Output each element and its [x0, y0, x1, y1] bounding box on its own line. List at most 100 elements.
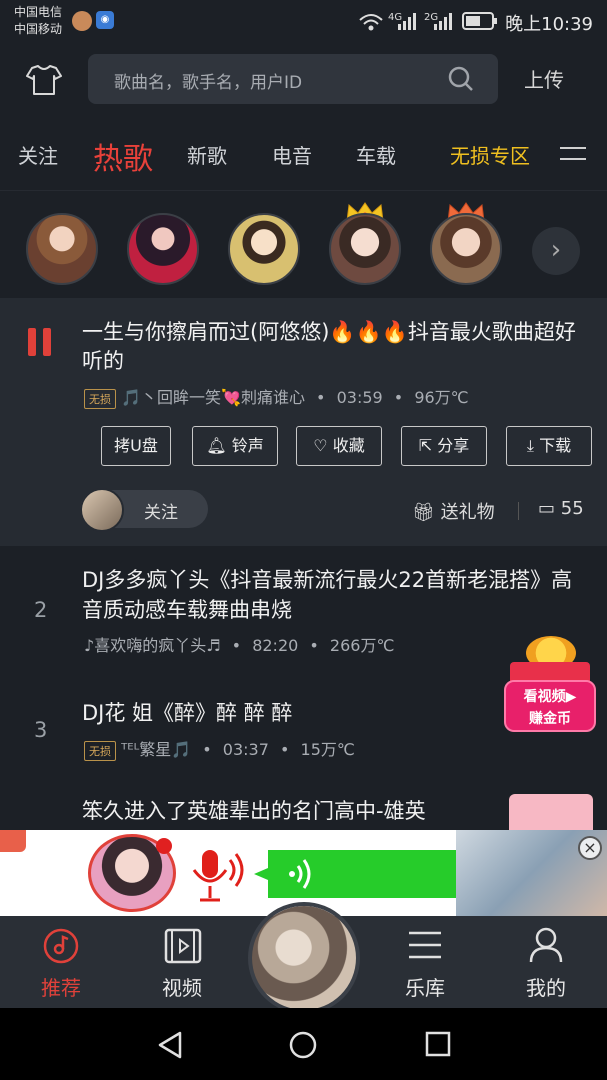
- user-avatar[interactable]: [127, 213, 199, 285]
- microphone-icon: [192, 850, 244, 902]
- tab-hot-songs[interactable]: 热歌: [93, 134, 153, 178]
- play-count: 266万℃: [329, 636, 395, 655]
- song-meta: ♪喜欢嗨的疯丫头♬ • 82:20 • 266万℃: [84, 636, 395, 655]
- featured-users: ›: [0, 190, 607, 298]
- favorite-button[interactable]: ♡ 收藏: [296, 426, 382, 466]
- user-avatar[interactable]: [430, 213, 502, 285]
- user-icon: [529, 927, 563, 963]
- library-icon: [409, 931, 441, 959]
- chevron-right-icon[interactable]: ›: [532, 227, 580, 275]
- download-label: 下载: [539, 436, 572, 455]
- divider: [518, 502, 519, 520]
- gift-lid: [510, 662, 590, 682]
- header: 歌曲名，歌手名，用户ID 上传: [0, 44, 607, 116]
- menu-icon[interactable]: [560, 147, 586, 169]
- comment-count: 55: [560, 498, 584, 519]
- uploader-name[interactable]: ♪喜欢嗨的疯丫头♬: [84, 636, 221, 655]
- search-icon[interactable]: [448, 66, 474, 92]
- heart-icon: ♡: [313, 436, 328, 455]
- copy-usb-label: 拷U盘: [114, 436, 158, 455]
- status-bar: 中国电信 中国移动 ◉ 4G 2G 晚上10:39: [0, 0, 607, 44]
- ad-line-2: 赚金币: [529, 711, 571, 727]
- app-notification-icon: ◉: [96, 11, 114, 29]
- uploader-avatar[interactable]: [80, 488, 124, 532]
- song-meta: 无损 🎵丶回眸一笑💘刺痛谁心 • 03:59 • 96万℃: [84, 384, 469, 409]
- upload-button[interactable]: 上传: [524, 64, 564, 93]
- notification-icon: [72, 11, 92, 31]
- pause-icon[interactable]: [28, 328, 54, 356]
- now-playing-card[interactable]: 一生与你擦肩而过(阿悠悠)🔥🔥🔥抖音最火歌曲超好听的 无损 🎵丶回眸一笑💘刺痛谁…: [0, 298, 607, 546]
- video-icon: [164, 928, 202, 964]
- tab-new-songs[interactable]: 新歌: [187, 140, 227, 169]
- download-icon: ⤓: [526, 436, 534, 455]
- search-box[interactable]: 歌曲名，歌手名，用户ID: [88, 54, 498, 104]
- copy-usb-button[interactable]: 拷U盘: [101, 426, 171, 466]
- user-avatar[interactable]: [228, 213, 300, 285]
- song-duration: 03:59: [336, 388, 383, 407]
- gift-box-icon[interactable]: [509, 794, 593, 830]
- tab-lossless[interactable]: 无损专区: [450, 140, 530, 169]
- lossless-badge: 无损: [84, 741, 116, 761]
- follow-uploader-button[interactable]: 关注: [80, 488, 208, 532]
- signal-icon-1: [398, 13, 416, 30]
- nav-recommend[interactable]: 推荐: [6, 916, 116, 1008]
- nav-library-label: 乐库: [405, 976, 445, 1000]
- tab-car[interactable]: 车载: [356, 140, 396, 169]
- battery-icon: [462, 12, 497, 30]
- song-meta: 无损 ᵀᴱᴸ繁星🎵 • 03:37 • 15万℃: [84, 736, 355, 761]
- uploader-name[interactable]: 🎵丶回眸一笑💘刺痛谁心: [121, 388, 305, 407]
- nav-video[interactable]: 视频: [127, 916, 237, 1008]
- search-placeholder: 歌曲名，歌手名，用户ID: [114, 73, 303, 93]
- bell-icon: 🔔︎: [206, 436, 227, 455]
- play-count: 96万℃: [414, 388, 469, 407]
- system-navigation-bar: [0, 1008, 607, 1080]
- ringtone-label: 铃声: [231, 436, 264, 455]
- ad-line-1: 看视频▶: [523, 689, 577, 705]
- clock: 晚上10:39: [505, 14, 593, 35]
- category-tabs: 关注 热歌 新歌 电音 车载 无损专区: [0, 118, 607, 188]
- ad-bubble-label: 看视频▶ 赚金币: [504, 680, 596, 732]
- favorite-label: 收藏: [332, 436, 365, 455]
- song-title[interactable]: 笨久进入了英雄辈出的名门高中-雄英: [82, 796, 502, 826]
- wifi-icon: [359, 14, 383, 31]
- song-title[interactable]: 一生与你擦肩而过(阿悠悠)🔥🔥🔥抖音最火歌曲超好听的: [82, 318, 592, 376]
- recents-icon[interactable]: [424, 1030, 452, 1058]
- voice-message-bubble: [254, 850, 456, 898]
- nav-mine[interactable]: 我的: [491, 916, 601, 1008]
- nav-mine-label: 我的: [526, 976, 566, 1000]
- song-title[interactable]: DJ多多疯丫头《抖音最新流行最火22首新老混搭》高音质动感车载舞曲串烧: [82, 565, 582, 625]
- ringtone-button[interactable]: 🔔︎ 铃声: [192, 426, 278, 466]
- tab-electronic[interactable]: 电音: [272, 140, 312, 169]
- user-avatar[interactable]: [329, 213, 401, 285]
- rank-number: 3: [34, 718, 48, 742]
- follow-label: 关注: [144, 503, 178, 523]
- send-gift-button[interactable]: 🎁︎ 送礼物: [412, 498, 495, 524]
- bottom-navigation: 推荐 视频 乐库 我的: [0, 902, 607, 1014]
- nav-library[interactable]: 乐库: [370, 916, 480, 1008]
- carrier-1: 中国电信: [14, 5, 63, 19]
- rank-number: 2: [34, 598, 48, 622]
- ad-logo-icon: [0, 830, 26, 852]
- song-duration: 82:20: [252, 636, 299, 655]
- download-button[interactable]: ⤓ 下载: [506, 426, 592, 466]
- player-disc[interactable]: [248, 902, 360, 1014]
- play-count: 15万℃: [300, 740, 355, 759]
- home-icon[interactable]: [288, 1030, 318, 1060]
- carrier-2: 中国移动: [14, 22, 63, 36]
- close-icon[interactable]: ×: [578, 836, 602, 860]
- uploader-name[interactable]: ᵀᴱᴸ繁星🎵: [121, 740, 191, 759]
- nav-recommend-label: 推荐: [41, 976, 81, 1000]
- lossless-badge: 无损: [84, 389, 116, 409]
- watch-video-earn-coins-ad[interactable]: 看视频▶ 赚金币: [504, 636, 596, 736]
- user-avatar[interactable]: [26, 213, 98, 285]
- music-disc-icon: [43, 928, 79, 964]
- gift-icon: 🎁︎: [412, 502, 435, 523]
- nav-video-label: 视频: [162, 976, 202, 1000]
- tab-follow[interactable]: 关注: [18, 140, 58, 169]
- share-button[interactable]: ⇱ 分享: [401, 426, 487, 466]
- red-dot-icon: [156, 838, 172, 854]
- comments-button[interactable]: ▭ 55: [538, 498, 584, 519]
- gift-label: 送礼物: [440, 502, 495, 523]
- back-icon[interactable]: [156, 1030, 184, 1060]
- skin-shirt-icon[interactable]: [26, 64, 62, 96]
